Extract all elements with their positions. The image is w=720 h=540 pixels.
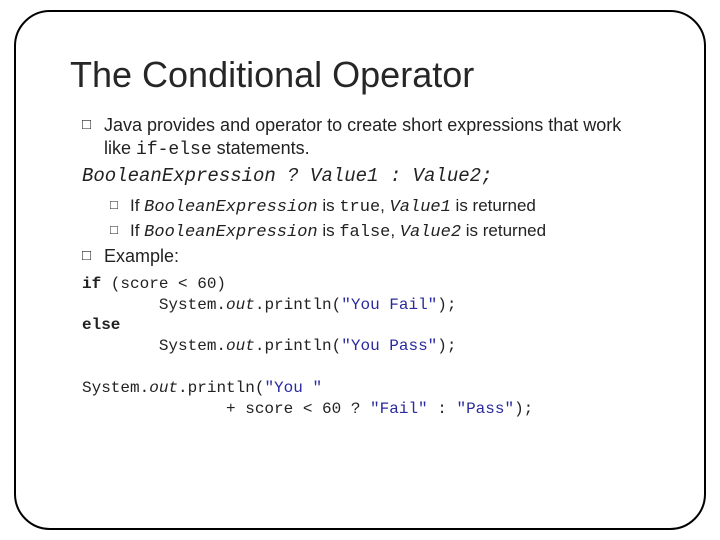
c4c: .println( <box>255 337 341 355</box>
c4d: "You Pass" <box>341 337 437 355</box>
square-bullet-icon: □ <box>82 116 91 135</box>
s2-ret: Value2 <box>400 223 461 242</box>
c1b: (score < 60) <box>101 275 226 293</box>
slide-body: □ Java provides and operator to create s… <box>82 114 652 419</box>
c2d: "You Fail" <box>341 296 437 314</box>
intro-text-post: statements. <box>212 138 310 158</box>
s1-pre: If <box>130 196 144 215</box>
c4e: ); <box>437 337 456 355</box>
kw-if: if <box>82 275 101 293</box>
s1-expr: BooleanExpression <box>144 198 317 217</box>
sub-bullet-false: □ If BooleanExpression is false, Value2 i… <box>110 220 652 243</box>
s1-ret: Value1 <box>390 198 451 217</box>
bullet-intro: □ Java provides and operator to create s… <box>82 114 652 161</box>
intro-code: if-else <box>136 140 212 160</box>
c7b: "Fail" <box>370 400 428 418</box>
s1-mid2: , <box>380 196 389 215</box>
c4a: System. <box>82 337 226 355</box>
sub-bullets: □ If BooleanExpression is true, Value1 is… <box>110 195 652 244</box>
c2e: ); <box>437 296 456 314</box>
s2-expr: BooleanExpression <box>144 223 317 242</box>
c6c: .println( <box>178 379 264 397</box>
bullet-example: □ Example: <box>82 245 652 268</box>
c7a: + score < 60 ? <box>82 400 370 418</box>
s2-pre: If <box>130 221 144 240</box>
s1-val: true <box>339 198 380 217</box>
c6b: out <box>149 379 178 397</box>
s2-mid2: , <box>390 221 399 240</box>
s2-val: false <box>339 223 390 242</box>
square-bullet-icon: □ <box>82 247 91 266</box>
s2-mid: is <box>318 221 340 240</box>
c2b: out <box>226 296 255 314</box>
slide-title: The Conditional Operator <box>70 54 672 96</box>
c7c: : <box>428 400 457 418</box>
c2a: System. <box>82 296 226 314</box>
s2-post: is returned <box>461 221 546 240</box>
square-bullet-icon: □ <box>110 222 118 238</box>
sub-bullet-true: □ If BooleanExpression is true, Value1 is… <box>110 195 652 218</box>
code-block: if (score < 60) System.out.println("You … <box>82 274 652 420</box>
c7d: "Pass" <box>456 400 514 418</box>
s1-post: is returned <box>451 196 536 215</box>
c7e: ); <box>514 400 533 418</box>
c6d: "You " <box>264 379 322 397</box>
syntax-line: BooleanExpression ? Value1 : Value2; <box>82 165 652 189</box>
s1-mid: is <box>318 196 340 215</box>
c4b: out <box>226 337 255 355</box>
slide: The Conditional Operator □ Java provides… <box>0 0 720 540</box>
square-bullet-icon: □ <box>110 197 118 213</box>
kw-else: else <box>82 316 120 334</box>
example-label: Example: <box>104 246 179 266</box>
c2c: .println( <box>255 296 341 314</box>
c6a: System. <box>82 379 149 397</box>
